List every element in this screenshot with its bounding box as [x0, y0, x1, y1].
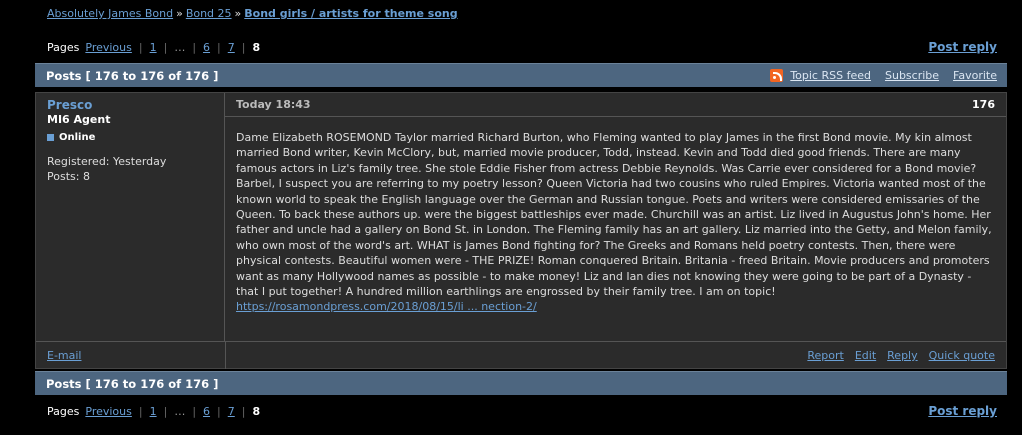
topic-actions: Topic RSS feed Subscribe Favorite — [770, 69, 997, 82]
post-date[interactable]: Today 18:43 — [236, 98, 311, 111]
pagination-divider: | — [241, 404, 246, 418]
pagination-divider: | — [138, 40, 143, 54]
page-1-link[interactable]: 1 — [150, 41, 157, 54]
pagination-divider: | — [163, 404, 168, 418]
topic-footer-header: Posts [ 176 to 176 of 176 ] — [35, 371, 1007, 395]
pages-label: Pages — [47, 40, 80, 54]
page-7-link[interactable]: 7 — [228, 41, 235, 54]
pagination-divider: | — [192, 40, 197, 54]
pagination-bottom: Pages Previous | 1 | … | 6 | 7 | 8 Post … — [47, 403, 997, 419]
post-body-link[interactable]: https://rosamondpress.com/2018/08/15/li … — [236, 300, 537, 313]
post-text: Dame Elizabeth ROSEMOND Taylor married R… — [236, 131, 992, 299]
pagination-divider: | — [138, 404, 143, 418]
rss-icon — [770, 69, 784, 82]
page-1-link[interactable]: 1 — [150, 405, 157, 418]
edit-link[interactable]: Edit — [855, 349, 876, 362]
breadcrumb-forum-link[interactable]: Absolutely James Bond — [47, 7, 173, 20]
current-page: 8 — [252, 404, 261, 418]
breadcrumb-bond25-link[interactable]: Bond 25 — [186, 7, 232, 20]
breadcrumb-topic-link[interactable]: Bond girls / artists for theme song — [244, 7, 457, 20]
post-footer: E-mail Report Edit Reply Quick quote — [36, 341, 1006, 369]
post-body: Dame Elizabeth ROSEMOND Taylor married R… — [225, 117, 1006, 315]
breadcrumb-separator: » — [176, 7, 183, 20]
post-header: Today 18:43 176 — [225, 93, 1006, 117]
pagination-ellipsis: … — [174, 404, 186, 418]
post-content-panel: Today 18:43 176 Dame Elizabeth ROSEMOND … — [225, 93, 1006, 341]
pagination-ellipsis: … — [174, 40, 186, 54]
page-6-link[interactable]: 6 — [203, 405, 210, 418]
post-reply-button[interactable]: Post reply — [928, 404, 997, 418]
post-author-panel: Presco MI6 Agent Online Registered: Yest… — [36, 93, 225, 341]
post-author-name[interactable]: Presco — [47, 98, 224, 112]
topic-rss-link[interactable]: Topic RSS feed — [790, 69, 871, 82]
online-label: Online — [59, 132, 96, 143]
pagination-top: Pages Previous | 1 | … | 6 | 7 | 8 Post … — [47, 39, 997, 55]
page-6-link[interactable]: 6 — [203, 41, 210, 54]
subscribe-link[interactable]: Subscribe — [885, 69, 939, 82]
pagination-divider: | — [217, 40, 221, 54]
footer-divider — [225, 342, 226, 369]
favorite-link[interactable]: Favorite — [953, 69, 997, 82]
quick-quote-link[interactable]: Quick quote — [929, 349, 995, 362]
post-176: Presco MI6 Agent Online Registered: Yest… — [35, 92, 1007, 369]
previous-page-link[interactable]: Previous — [85, 41, 132, 54]
post-reply-button[interactable]: Post reply — [928, 40, 997, 54]
pages-label: Pages — [47, 404, 80, 418]
topic-header: Posts [ 176 to 176 of 176 ] Topic RSS fe… — [35, 63, 1007, 87]
posts-range-title: Posts [ 176 to 176 of 176 ] — [46, 68, 219, 83]
reply-link[interactable]: Reply — [887, 349, 917, 362]
user-title: MI6 Agent — [47, 113, 111, 126]
user-post-count: Posts: 8 — [47, 170, 90, 183]
previous-page-link[interactable]: Previous — [85, 405, 132, 418]
report-link[interactable]: Report — [807, 349, 843, 362]
pagination-divider: | — [163, 40, 168, 54]
online-status: Online — [47, 132, 224, 143]
page-7-link[interactable]: 7 — [228, 405, 235, 418]
pagination-divider: | — [192, 404, 197, 418]
breadcrumb: Absolutely James Bond» Bond 25» Bond girls… — [47, 7, 458, 20]
post-actions: Report Edit Reply Quick quote — [796, 349, 995, 362]
posts-range-title: Posts [ 176 to 176 of 176 ] — [46, 376, 219, 391]
pagination-divider: | — [241, 40, 246, 54]
breadcrumb-separator: » — [234, 7, 242, 20]
email-link[interactable]: E-mail — [47, 349, 82, 362]
current-page: 8 — [252, 40, 261, 54]
user-registered: Registered: Yesterday — [47, 155, 167, 168]
pagination-divider: | — [217, 404, 221, 418]
online-indicator-icon — [47, 134, 54, 141]
post-number[interactable]: 176 — [972, 98, 995, 111]
